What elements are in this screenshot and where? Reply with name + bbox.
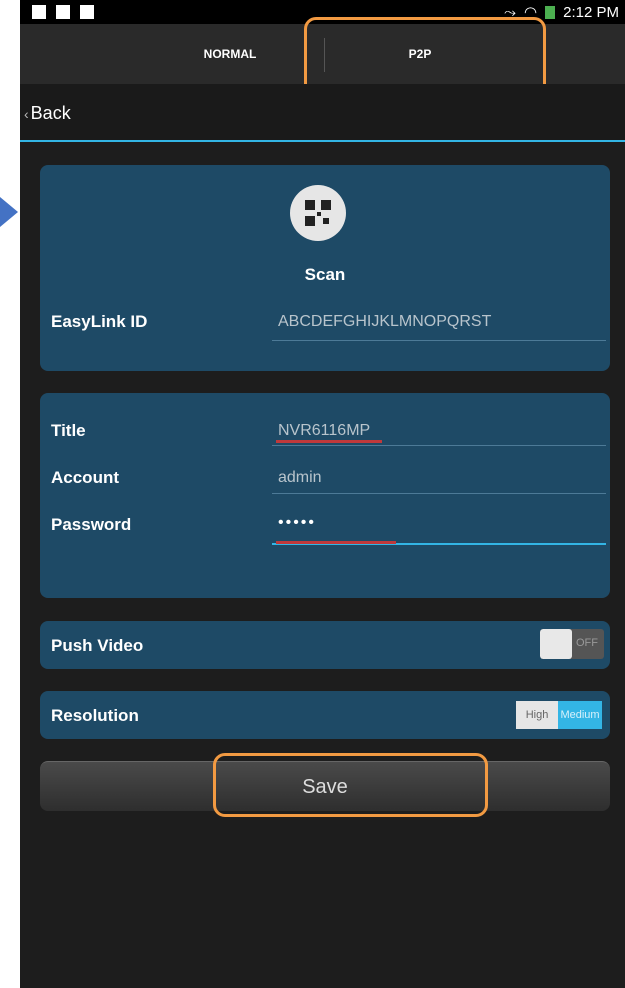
easylink-field-underline [272, 340, 606, 341]
sd-card-icon [56, 5, 70, 19]
easylink-label: EasyLink ID [51, 312, 148, 331]
scan-button[interactable] [290, 185, 346, 241]
account-field[interactable]: admin [278, 469, 322, 487]
chevron-left-icon: ‹ [24, 105, 29, 122]
battery-icon [545, 5, 556, 19]
app-screen: ⤳ ◠ 2:12 PM NORMAL P2P ‹ Back Scan EasyL… [20, 0, 625, 988]
credentials-panel: Title NVR6116MP Account admin Password •… [40, 393, 610, 598]
qr-code-icon [305, 200, 331, 226]
device-panel: Scan EasyLink ID ABCDEFGHIJKLMNOPQRST [40, 165, 610, 371]
password-field[interactable]: ••••• [278, 514, 316, 532]
nav-bar: ‹ Back [20, 84, 625, 142]
scan-label: Scan [304, 265, 346, 284]
password-label: Password [51, 515, 132, 534]
push-video-label: Push Video [51, 636, 144, 655]
account-field-underline [272, 493, 606, 494]
clock: 2:12 PM [563, 3, 619, 21]
resolution-high[interactable]: High [516, 701, 558, 729]
title-field-underline [272, 445, 606, 446]
image-icon [80, 5, 94, 19]
easylink-field[interactable]: ABCDEFGHIJKLMNOPQRST [278, 313, 491, 331]
title-label: Title [51, 421, 86, 440]
toggle-state: OFF [576, 637, 598, 649]
title-field[interactable]: NVR6116MP [278, 422, 370, 440]
resolution-medium[interactable]: Medium [558, 701, 602, 729]
tab-normal[interactable]: NORMAL [135, 24, 325, 84]
back-label: Back [30, 103, 71, 123]
push-video-panel: Push Video OFF [40, 621, 610, 669]
title-underline-mark [276, 440, 382, 443]
annotation-arrow [0, 197, 18, 227]
resolution-panel: Resolution High Medium [40, 691, 610, 739]
toggle-knob [540, 629, 572, 659]
resolution-selector: High Medium [516, 701, 602, 729]
back-button[interactable]: ‹ Back [24, 103, 71, 124]
password-underline-mark [276, 541, 396, 544]
highlight-save-button [213, 753, 488, 817]
resolution-label: Resolution [51, 706, 139, 725]
account-label: Account [51, 468, 119, 487]
signal-icon [32, 5, 46, 19]
push-video-toggle[interactable]: OFF [540, 629, 604, 659]
